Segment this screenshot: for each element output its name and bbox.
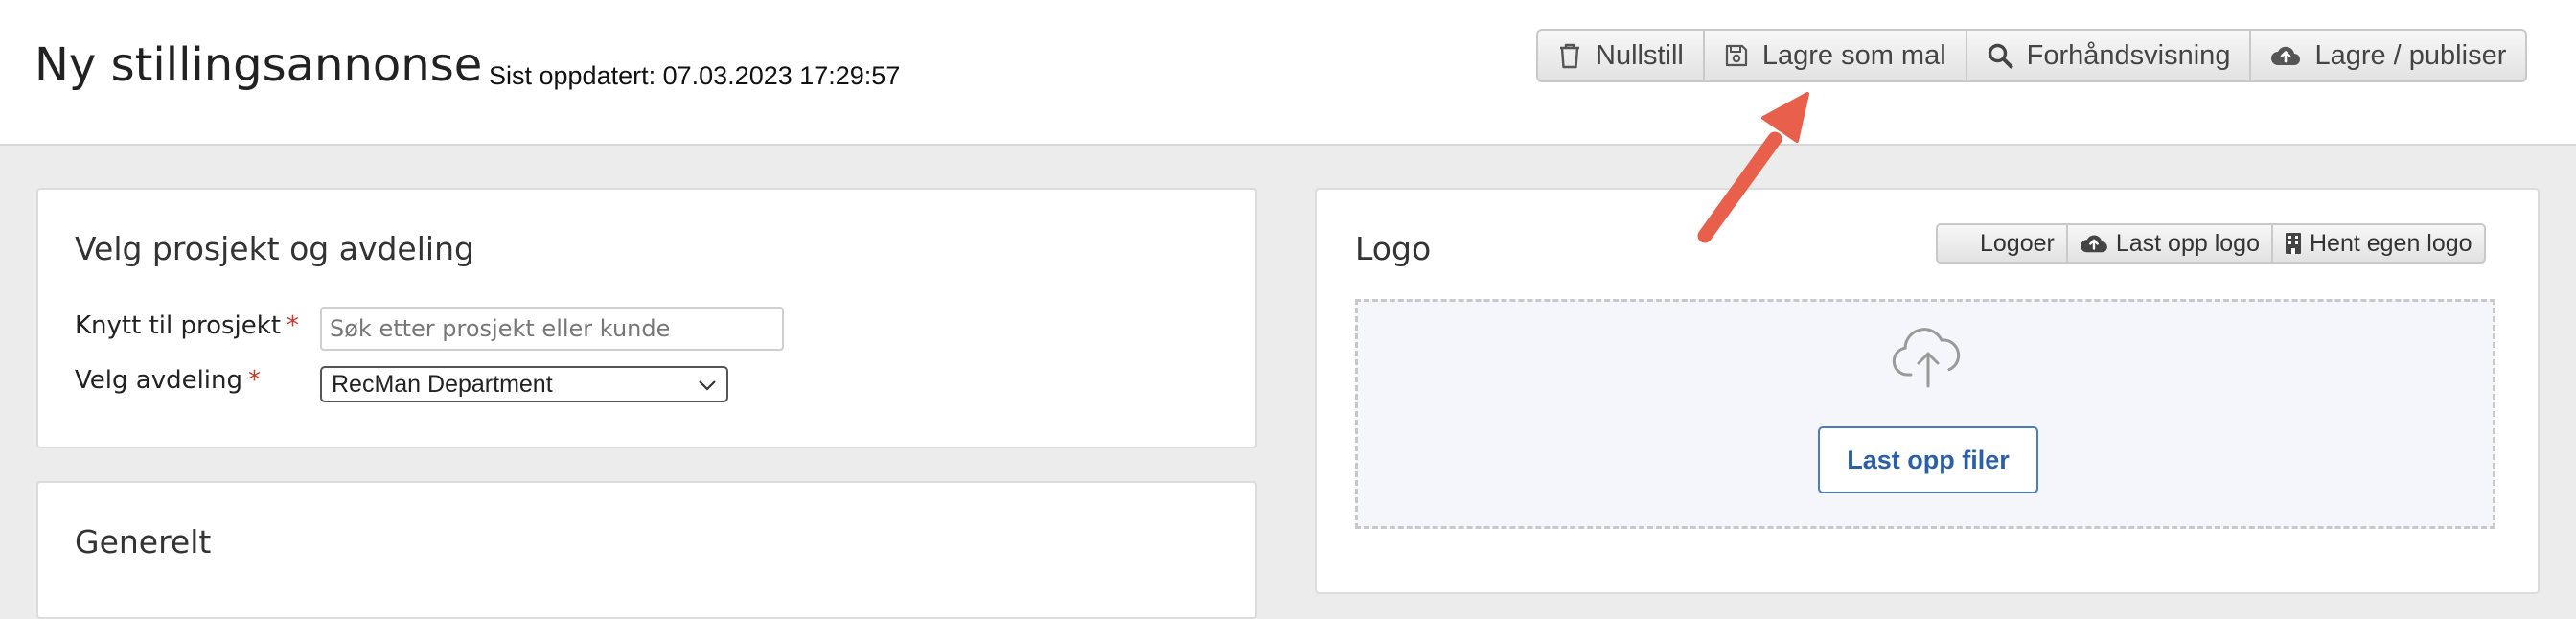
page-header: Ny stillingsannonse Sist oppdatert: 07.0… — [0, 0, 2576, 146]
search-icon — [1987, 42, 2013, 69]
save-as-template-label: Lagre som mal — [1761, 39, 1946, 71]
logos-label: Logoer — [1980, 229, 2055, 257]
general-panel: Generelt — [36, 481, 1257, 619]
reset-button[interactable]: Nullstill — [1538, 31, 1705, 80]
cloud-upload-icon — [2270, 43, 2301, 68]
header-action-group: Nullstill Lagre som mal Forhåndsvisning … — [1536, 29, 2528, 82]
department-select-value: RecMan Department — [332, 370, 553, 398]
page-title: Ny stillingsannonse — [34, 38, 483, 92]
required-marker: * — [248, 366, 262, 395]
cloud-upload-icon — [2080, 232, 2108, 255]
project-search-input[interactable] — [320, 307, 784, 351]
get-own-logo-button[interactable]: Hent egen logo — [2273, 225, 2484, 262]
logos-button[interactable]: Logoer — [1938, 225, 2068, 262]
project-panel-title: Velg prosjekt og avdeling — [75, 230, 474, 267]
save-publish-label: Lagre / publiser — [2314, 39, 2507, 71]
logo-action-group: Logoer Last opp logo Hent egen logo — [1936, 223, 2486, 264]
trash-icon — [1557, 41, 1582, 70]
floppy-disk-icon — [1724, 43, 1749, 68]
get-own-logo-label: Hent egen logo — [2309, 229, 2472, 257]
logo-panel-title: Logo — [1355, 230, 1432, 267]
chevron-down-icon — [698, 371, 717, 399]
save-publish-button[interactable]: Lagre / publiser — [2251, 31, 2525, 80]
project-department-panel: Velg prosjekt og avdeling Knytt til pros… — [36, 188, 1257, 448]
department-select[interactable]: RecMan Department — [320, 366, 728, 402]
logo-dropzone[interactable]: Last opp filer — [1355, 299, 2496, 529]
department-field-label: Velg avdeling * — [75, 366, 262, 395]
save-as-template-button[interactable]: Lagre som mal — [1705, 31, 1967, 80]
project-field-label: Knytt til prosjekt * — [75, 311, 300, 340]
required-marker: * — [287, 311, 300, 340]
last-updated-text: Sist oppdatert: 07.03.2023 17:29:57 — [489, 61, 901, 90]
building-icon — [2285, 232, 2302, 255]
cloud-upload-icon — [1890, 325, 1966, 393]
general-panel-title: Generelt — [75, 523, 212, 561]
upload-files-button[interactable]: Last opp filer — [1818, 426, 2038, 493]
upload-logo-button[interactable]: Last opp logo — [2068, 225, 2273, 262]
preview-label: Forhåndsvisning — [2026, 39, 2231, 71]
preview-button[interactable]: Forhåndsvisning — [1967, 31, 2252, 80]
reset-label: Nullstill — [1596, 39, 1684, 71]
upload-logo-label: Last opp logo — [2115, 229, 2260, 257]
